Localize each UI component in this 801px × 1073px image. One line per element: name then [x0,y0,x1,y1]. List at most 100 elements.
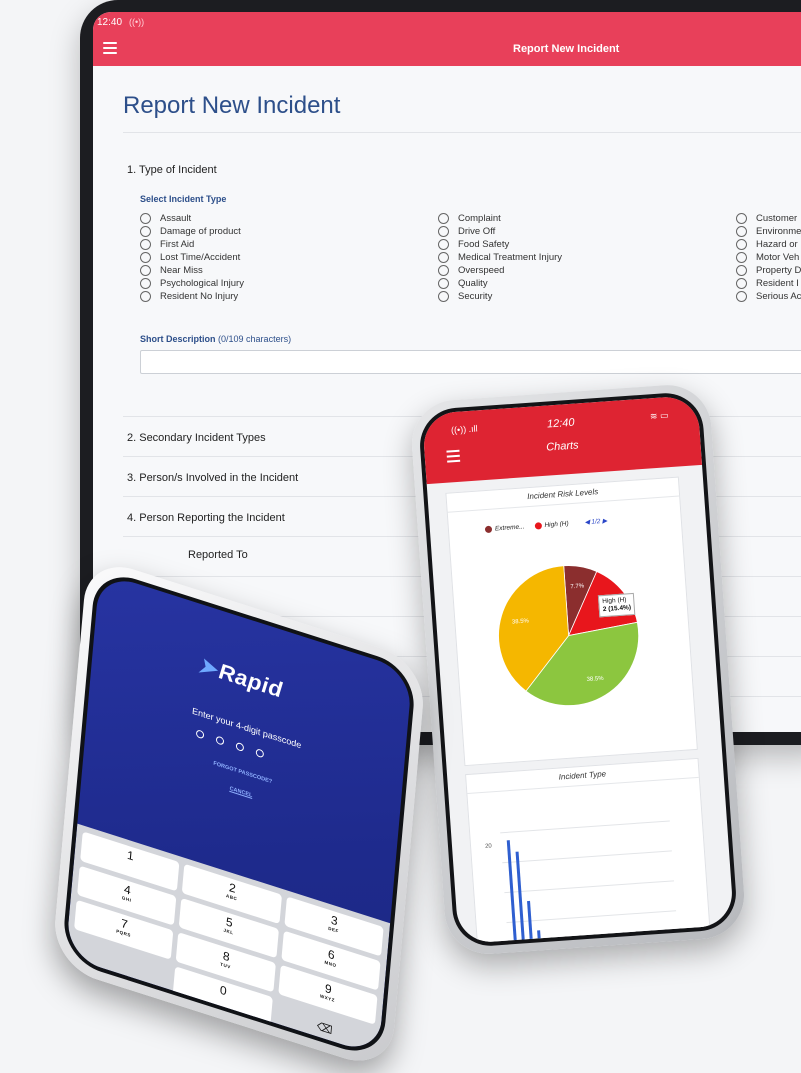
status-time: 12:40 [97,17,123,28]
charts-header: ((•)) .ıll 12:40 ≋ ▭ Charts [421,395,703,485]
incident-option-label: Lost Time/Accident [160,251,241,263]
incident-option-label: Motor Veh [756,251,800,263]
risk-levels-card: Incident Risk Levels Extreme... High (H)… [445,476,698,767]
incident-option-a-0[interactable]: Assault [140,212,244,224]
incident-option-label: Food Safety [458,238,510,250]
radio-button[interactable] [736,212,747,224]
incident-option-a-5[interactable]: Psychological Injury [140,277,244,289]
app-bar: Report New Incident [93,34,801,66]
section-person-reporting[interactable]: 4. Person Reporting the Incident [127,512,285,524]
radio-button[interactable] [736,238,747,250]
incident-option-label: Quality [458,277,488,289]
incident-option-a-3[interactable]: Lost Time/Accident [140,251,244,263]
incident-option-c-2[interactable]: Hazard or [736,238,801,250]
incident-option-c-0[interactable]: Customer [736,212,801,224]
radio-button[interactable] [438,251,449,263]
incident-type-card: Incident Type 20 [465,757,713,944]
incident-option-label: Complaint [458,212,501,224]
incident-option-label: Psychological Injury [160,277,244,289]
page-title: Report New Incident [123,92,341,119]
incident-option-label: Security [458,290,493,302]
radio-button[interactable] [140,212,151,224]
bar [537,930,543,944]
incident-option-label: Property D [756,264,801,276]
incident-option-label: Near Miss [160,264,203,276]
incident-option-label: Medical Treatment Injury [458,251,563,263]
radio-button[interactable] [140,251,151,263]
bar [527,900,535,944]
incident-option-a-4[interactable]: Near Miss [140,264,244,276]
radio-button[interactable] [736,251,747,263]
chart-tooltip: High (H) 2 (15.4%) [597,592,636,618]
incident-option-b-0[interactable]: Complaint [438,212,562,224]
radio-button[interactable] [438,212,449,224]
incident-option-label: Resident I [756,277,799,289]
incident-options-col2: Complaint Drive Off Food Safety Medical Tre… [438,212,562,303]
radio-button[interactable] [438,277,449,289]
incident-option-a-2[interactable]: First Aid [140,238,244,250]
risk-levels-card-title: Incident Risk Levels [446,477,680,513]
radio-button[interactable] [140,264,151,276]
radio-button[interactable] [140,277,151,289]
radio-button[interactable] [140,238,151,250]
section-type-of-incident[interactable]: 1. Type of Incident [127,164,217,176]
incident-option-b-6[interactable]: Security [438,290,562,302]
rapid-logo: ➤Rapid [197,651,284,703]
radio-button[interactable] [438,264,449,276]
radio-button[interactable] [140,225,151,237]
short-description-input[interactable] [140,350,801,374]
incident-option-a-6[interactable]: Resident No Injury [140,290,244,302]
radio-button[interactable] [438,225,449,237]
signal-icon: ((•)) [129,17,145,27]
incident-option-label: Environme [756,225,801,237]
incident-option-label: Overspeed [458,264,505,276]
incident-option-b-1[interactable]: Drive Off [438,225,562,237]
incident-option-c-3[interactable]: Motor Veh [736,251,801,263]
section-secondary-incident-types[interactable]: 2. Secondary Incident Types [127,432,266,444]
incident-option-b-2[interactable]: Food Safety [438,238,562,250]
incident-options-col3: Customer Environme Hazard or Motor Veh Prope… [736,212,801,303]
incident-type-bar-chart [500,820,677,944]
section-reported-to[interactable]: Reported To [188,549,248,561]
forgot-passcode-link[interactable]: FORGOT PASSCODE? [86,720,399,825]
select-incident-type-label: Select Incident Type [140,194,227,204]
status-bar: 12:40 ((•)) [93,12,801,34]
incident-option-label: Customer [756,212,798,224]
incident-option-c-4[interactable]: Property D [736,264,801,276]
risk-levels-pie-chart: 7.7%15.4%38.5%38.5% [498,565,640,706]
section-persons-involved[interactable]: 3. Person/s Involved in the Incident [127,472,298,484]
incident-option-b-4[interactable]: Overspeed [438,264,562,276]
incident-option-c-6[interactable]: Serious Ac [736,290,801,302]
battery-icon: ≋ ▭ [649,410,669,422]
pie-slice-label: 7.7% [570,583,585,590]
radio-button[interactable] [736,264,747,276]
incident-option-label: Damage of product [160,225,241,237]
incident-option-label: First Aid [160,238,195,250]
numeric-keypad: 1 2 ABC 3 DEF 4 GHI 5 JKL 6 MNO 7 PQRS 8 TUV 9 WXYZ 0 ⌫ [65,823,391,1056]
radio-button[interactable] [736,277,747,289]
charts-phone: ((•)) .ıll 12:40 ≋ ▭ Charts Incident Ris… [409,382,747,957]
radio-button[interactable] [438,238,449,250]
divider [123,132,801,133]
rapid-logo-icon: ➤ [197,651,219,683]
pie-slice-label: 38.5% [586,676,604,683]
incident-option-label: Resident No Injury [160,290,239,302]
radio-button[interactable] [438,290,449,302]
incident-option-label: Drive Off [458,225,496,237]
incident-option-b-5[interactable]: Quality [438,277,562,289]
incident-option-c-1[interactable]: Environme [736,225,801,237]
pie-slice-label: 38.5% [512,618,530,625]
incident-option-a-1[interactable]: Damage of product [140,225,244,237]
incident-option-label: Assault [160,212,192,224]
incident-option-c-5[interactable]: Resident I [736,277,801,289]
bar [515,851,527,944]
incident-options-col1: Assault Damage of product First Aid Lost Ti… [140,212,244,303]
radio-button[interactable] [140,290,151,302]
incident-option-b-3[interactable]: Medical Treatment Injury [438,251,562,263]
hamburger-menu-icon[interactable] [103,42,117,54]
incident-option-label: Serious Ac [756,290,801,302]
incident-option-label: Hazard or [756,238,798,250]
app-bar-title: Report New Incident [513,43,620,55]
radio-button[interactable] [736,290,747,302]
radio-button[interactable] [736,225,747,237]
